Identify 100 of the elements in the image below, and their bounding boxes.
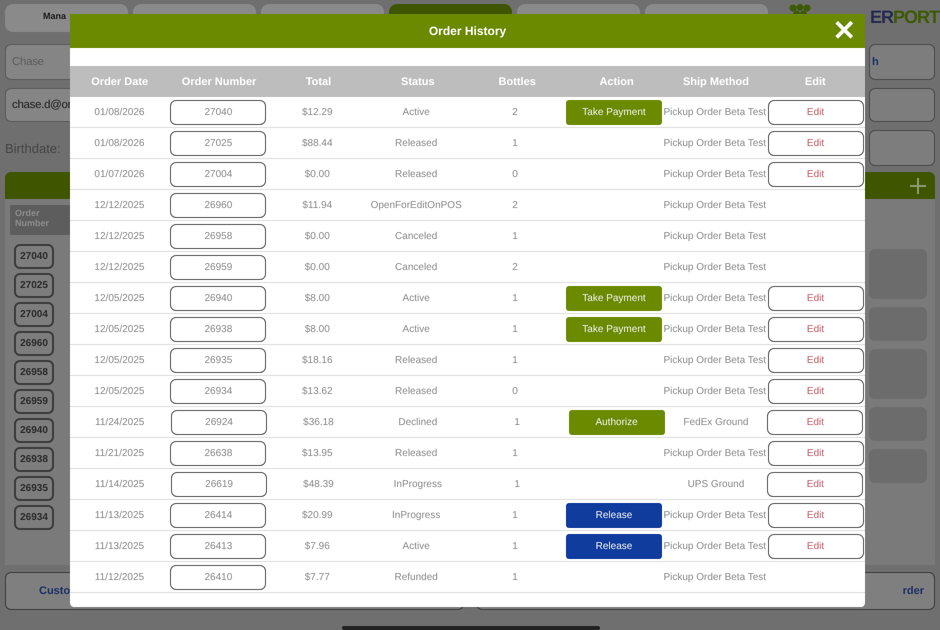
order-number-button[interactable]: 26934: [170, 378, 266, 404]
edit-button[interactable]: Edit: [768, 378, 864, 404]
order-number-button[interactable]: 26938: [14, 447, 54, 472]
total-cell: $8.00: [304, 292, 330, 304]
total-cell: $0.00: [304, 230, 330, 242]
ship-method-cell: Pickup Order Beta Test: [663, 510, 766, 520]
order-number-button[interactable]: 26959: [170, 254, 266, 280]
status-cell: Active: [402, 324, 430, 334]
bottles-cell: 1: [512, 510, 518, 520]
date-cell: 11/21/2025: [94, 448, 144, 458]
total-cell: $13.95: [302, 448, 333, 458]
order-number-button[interactable]: 26638: [170, 440, 266, 466]
order-number-button[interactable]: 27025: [14, 273, 54, 298]
date-cell: 11/12/2025: [94, 572, 144, 582]
bottles-cell: 2: [512, 262, 518, 272]
status-cell: Released: [395, 448, 438, 458]
edit-button[interactable]: Edit: [768, 348, 864, 372]
edit-button[interactable]: Edit: [768, 316, 864, 342]
total-cell: $18.16: [302, 354, 333, 366]
date-cell: 01/08/2026: [94, 106, 144, 118]
column-header: Bottles: [498, 76, 536, 88]
close-button[interactable]: ✕: [829, 16, 859, 46]
action-button[interactable]: Take Payment: [566, 286, 662, 310]
date-cell: 12/05/2025: [94, 386, 144, 396]
order-number-button[interactable]: 26934: [14, 505, 54, 530]
action-button[interactable]: Release: [566, 534, 662, 558]
status-cell: Declined: [398, 416, 438, 428]
status-cell: Canceled: [395, 262, 438, 272]
order-number-button[interactable]: 27040: [14, 244, 54, 269]
date-cell: 11/24/2025: [95, 416, 144, 428]
total-cell: $48.39: [303, 478, 334, 490]
side-button[interactable]: h: [869, 44, 935, 80]
status-cell: OpenForEditOnPOS: [370, 200, 462, 210]
total-cell: $7.96: [304, 540, 330, 552]
order-number-button[interactable]: 26924: [171, 410, 268, 434]
status-cell: Released: [395, 168, 438, 180]
status-cell: Refunded: [394, 572, 438, 582]
edit-button[interactable]: Edit: [768, 502, 864, 528]
order-number-button[interactable]: 26414: [170, 502, 266, 528]
status-cell: Active: [402, 106, 430, 118]
edit-button[interactable]: Edit: [767, 410, 864, 434]
ship-method-cell: Pickup Order Beta Test: [663, 200, 766, 210]
side-button[interactable]: [869, 88, 935, 122]
action-button[interactable]: Release: [566, 502, 662, 528]
date-cell: 12/05/2025: [94, 354, 144, 366]
edit-button[interactable]: Edit: [768, 534, 864, 558]
edit-button[interactable]: Edit: [768, 130, 864, 156]
total-cell: $36.18: [303, 416, 334, 428]
bottles-cell: 1: [512, 572, 518, 582]
ship-method-cell: Pickup Order Beta Test: [663, 386, 766, 396]
ship-method-cell: Pickup Order Beta Test: [663, 292, 766, 304]
action-button[interactable]: Take Payment: [566, 100, 662, 124]
side-button[interactable]: [869, 130, 935, 166]
edit-button[interactable]: Edit: [768, 440, 864, 466]
column-header: Action: [599, 76, 634, 88]
order-number-button[interactable]: 26960: [170, 192, 266, 218]
edit-button[interactable]: Edit: [767, 472, 864, 496]
plus-icon[interactable]: [909, 176, 927, 194]
column-header: Status: [401, 76, 435, 88]
order-number-button[interactable]: 26940: [14, 418, 54, 443]
order-number-button[interactable]: 26938: [170, 316, 266, 342]
order-number-button[interactable]: 26959: [14, 389, 54, 414]
total-cell: $0.00: [304, 262, 330, 272]
action-button[interactable]: Take Payment: [566, 316, 662, 342]
ship-method-cell: Pickup Order Beta Test: [663, 572, 766, 582]
order-number-button[interactable]: 27004: [14, 302, 54, 327]
total-cell: $8.00: [304, 324, 330, 334]
bottles-cell: 1: [512, 324, 518, 334]
order-number-button[interactable]: 26958: [14, 360, 54, 385]
order-number-button[interactable]: 27004: [170, 162, 266, 186]
order-number-button[interactable]: 26960: [14, 331, 54, 356]
action-button[interactable]: Authorize: [568, 410, 665, 434]
order-number-button[interactable]: 26410: [170, 564, 266, 590]
date-cell: 12/05/2025: [94, 292, 144, 304]
order-number-button[interactable]: 26619: [171, 472, 268, 496]
date-cell: 12/05/2025: [94, 324, 144, 334]
edit-button[interactable]: Edit: [768, 162, 864, 186]
bottles-cell: 1: [512, 138, 518, 148]
ship-method-cell: Pickup Order Beta Test: [663, 168, 766, 180]
edit-button[interactable]: Edit: [768, 286, 864, 310]
total-cell: $12.29: [302, 106, 333, 118]
total-cell: $11.94: [302, 200, 332, 210]
order-number-button[interactable]: 26413: [170, 534, 266, 558]
column-header: Order Number: [182, 76, 256, 88]
total-cell: $20.99: [302, 510, 333, 520]
bottles-cell: 1: [512, 230, 518, 242]
date-cell: 01/08/2026: [94, 138, 144, 148]
date-cell: 11/13/2025: [94, 510, 144, 520]
date-cell: 12/12/2025: [94, 230, 144, 242]
edit-button[interactable]: Edit: [768, 100, 864, 124]
status-cell: Canceled: [395, 230, 438, 242]
ship-method-cell: Pickup Order Beta Test: [663, 354, 766, 366]
column-header: Ship Method: [682, 76, 749, 88]
order-number-button[interactable]: 27025: [170, 130, 266, 156]
order-number-button[interactable]: 26940: [170, 286, 266, 310]
order-number-button[interactable]: 26958: [170, 224, 266, 248]
order-number-button[interactable]: 26935: [14, 476, 54, 501]
column-header: Order Date: [91, 76, 148, 88]
order-number-button[interactable]: 26935: [170, 348, 266, 372]
order-number-button[interactable]: 27040: [170, 100, 266, 124]
